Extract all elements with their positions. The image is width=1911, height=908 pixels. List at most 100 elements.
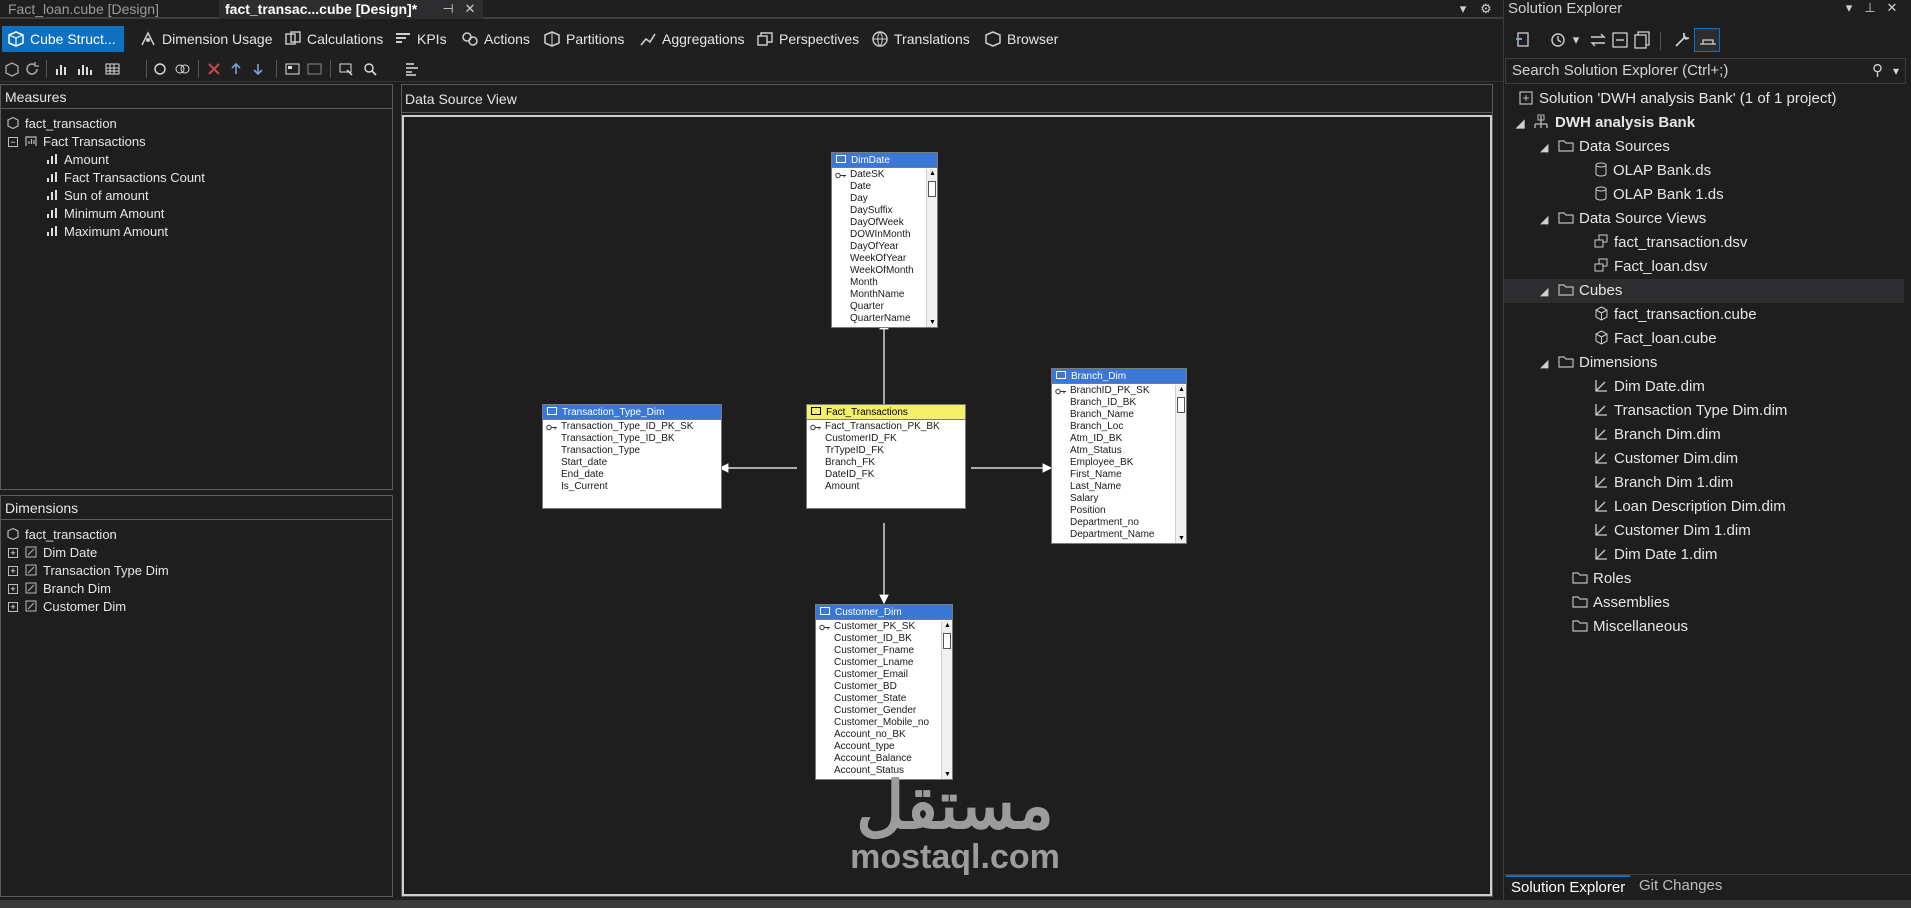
- pin-icon[interactable]: ⊣: [440, 1, 456, 17]
- tab-partitions[interactable]: Partitions: [538, 26, 624, 52]
- table-column[interactable]: Salary: [1052, 493, 1186, 505]
- add-dimension-icon[interactable]: [152, 61, 169, 77]
- expand-icon[interactable]: +: [8, 601, 18, 612]
- table-column[interactable]: Account_Balance: [816, 753, 952, 765]
- cube-item[interactable]: Fact_loan.cube: [1594, 327, 1717, 351]
- dimension-file-item[interactable]: Customer Dim.dim: [1594, 447, 1738, 471]
- table-column[interactable]: First_Name: [1052, 469, 1186, 481]
- show-table-icon[interactable]: [306, 61, 323, 77]
- table-column[interactable]: Customer_Email: [816, 669, 952, 681]
- primary-key-column[interactable]: Transaction_Type_ID_PK_SK: [543, 421, 721, 433]
- dimension-file-item[interactable]: Loan Description Dim.dim: [1594, 495, 1786, 519]
- table-column[interactable]: Department_Name: [1052, 529, 1186, 541]
- expanded-caret-icon[interactable]: ◢: [1540, 136, 1558, 160]
- table-fact-transactions[interactable]: Fact_Transactions Fact_Transaction_PK_BK…: [806, 404, 966, 509]
- table-column[interactable]: Branch_Name: [1052, 409, 1186, 421]
- table-column[interactable]: Date: [832, 181, 937, 193]
- dimension-file-item[interactable]: Branch Dim 1.dim: [1594, 471, 1733, 495]
- tab-kpis[interactable]: KPIs: [389, 26, 447, 52]
- table-column[interactable]: Is_Current: [543, 481, 721, 493]
- show-diagram-icon[interactable]: [284, 61, 301, 77]
- scroll-down-icon[interactable]: ▼: [1177, 534, 1186, 543]
- table-dimdate[interactable]: DimDate DateSK Date Day DaySuffix DayOfWeek D…: [831, 152, 938, 328]
- gear-icon[interactable]: ⚙: [1478, 1, 1494, 17]
- show-all-files-icon[interactable]: [1632, 30, 1652, 50]
- table-column[interactable]: End_date: [543, 469, 721, 481]
- table-column[interactable]: QuarterName: [832, 313, 937, 325]
- table-column[interactable]: Customer_ID_BK: [816, 633, 952, 645]
- table-column[interactable]: DayOfYear: [832, 241, 937, 253]
- dsv-item[interactable]: fact_transaction.dsv: [1594, 231, 1747, 255]
- measure-item[interactable]: Minimum Amount: [45, 205, 164, 223]
- primary-key-column[interactable]: BranchID_PK_SK: [1052, 385, 1186, 397]
- primary-key-column[interactable]: Fact_Transaction_PK_BK: [807, 421, 965, 433]
- tab-git-changes[interactable]: Git Changes: [1634, 875, 1727, 899]
- zoom-fit-icon[interactable]: [338, 61, 355, 77]
- expand-icon[interactable]: +: [8, 583, 18, 594]
- scroll-up-icon[interactable]: ▲: [928, 169, 937, 178]
- tab-aggregations[interactable]: Aggregations: [634, 26, 745, 52]
- table-column[interactable]: Customer_Mobile_no: [816, 717, 952, 729]
- folder-data-source-views[interactable]: ◢ Data Source Views: [1540, 207, 1706, 231]
- table-column[interactable]: Account_no_BK: [816, 729, 952, 741]
- table-column[interactable]: Department_no: [1052, 517, 1186, 529]
- new-measure-icon[interactable]: [54, 61, 71, 77]
- dropdown-icon[interactable]: ▾: [1841, 0, 1857, 16]
- tab-perspectives[interactable]: Perspectives: [751, 26, 859, 52]
- dropdown-icon[interactable]: ▾: [1455, 1, 1471, 17]
- solution-search-input[interactable]: Search Solution Explorer (Ctrl+;) ⚲ ▾: [1505, 58, 1906, 84]
- table-column[interactable]: Start_date: [543, 457, 721, 469]
- cube-item[interactable]: fact_transaction.cube: [1594, 303, 1757, 327]
- primary-key-column[interactable]: DateSK: [832, 169, 937, 181]
- close-icon[interactable]: ✕: [1884, 0, 1900, 16]
- collapse-all-icon[interactable]: [1610, 30, 1630, 50]
- refresh-icon[interactable]: [24, 61, 41, 77]
- table-column[interactable]: Quarter: [832, 301, 937, 313]
- folder-roles[interactable]: Roles: [1572, 567, 1631, 591]
- table-scrollbar[interactable]: ▲ ▼: [926, 169, 937, 327]
- table-column[interactable]: DOWInMonth: [832, 229, 937, 241]
- scroll-thumb[interactable]: [1177, 397, 1185, 413]
- table-column[interactable]: Last_Name: [1052, 481, 1186, 493]
- folder-dimensions[interactable]: ◢ Dimensions: [1540, 351, 1657, 375]
- folder-data-sources[interactable]: ◢ Data Sources: [1540, 135, 1670, 159]
- table-column[interactable]: DateID_FK: [807, 469, 965, 481]
- collapse-icon[interactable]: −: [8, 136, 18, 147]
- table-column[interactable]: Transaction_Type: [543, 445, 721, 457]
- table-column[interactable]: Branch_FK: [807, 457, 965, 469]
- project-node[interactable]: ◢ DWH analysis Bank: [1516, 111, 1695, 135]
- table-column[interactable]: Customer_Fname: [816, 645, 952, 657]
- table-column[interactable]: Day: [832, 193, 937, 205]
- scroll-down-icon[interactable]: ▼: [928, 318, 937, 327]
- measure-item[interactable]: Sun of amount: [45, 187, 149, 205]
- expand-icon[interactable]: +: [8, 547, 18, 558]
- table-branch-dim[interactable]: Branch_Dim BranchID_PK_SK Branch_ID_BK Bra…: [1051, 368, 1187, 544]
- preview-selected-button[interactable]: [1694, 28, 1720, 52]
- dropdown-icon[interactable]: ▾: [1568, 32, 1584, 48]
- history-icon[interactable]: [1548, 30, 1568, 50]
- expanded-caret-icon[interactable]: ◢: [1540, 280, 1558, 304]
- dimension-item[interactable]: + Customer Dim: [8, 598, 126, 616]
- table-column[interactable]: DaySuffix: [832, 205, 937, 217]
- table-scrollbar[interactable]: ▲ ▼: [941, 621, 952, 779]
- table-column[interactable]: Customer_Gender: [816, 705, 952, 717]
- pin-icon[interactable]: ⊥: [1862, 0, 1878, 16]
- table-column[interactable]: Customer_Lname: [816, 657, 952, 669]
- scroll-up-icon[interactable]: ▲: [943, 621, 952, 630]
- table-column[interactable]: Amount: [807, 481, 965, 493]
- table-column[interactable]: Month: [832, 277, 937, 289]
- delete-icon[interactable]: [206, 61, 223, 77]
- scroll-thumb[interactable]: [943, 633, 951, 649]
- tab-calculations[interactable]: Calculations: [279, 26, 383, 52]
- dimension-item[interactable]: + Dim Date: [8, 544, 97, 562]
- scroll-thumb[interactable]: [928, 181, 936, 197]
- solution-node[interactable]: Solution 'DWH analysis Bank' (1 of 1 pro…: [1518, 87, 1837, 111]
- table-scrollbar[interactable]: ▲ ▼: [1175, 385, 1186, 543]
- table-column[interactable]: CustomerID_FK: [807, 433, 965, 445]
- scroll-up-icon[interactable]: ▲: [1177, 385, 1186, 394]
- table-column[interactable]: Atm_ID_BK: [1052, 433, 1186, 445]
- table-column[interactable]: Branch_ID_BK: [1052, 397, 1186, 409]
- table-column[interactable]: Customer_BD: [816, 681, 952, 693]
- dimension-item[interactable]: + Transaction Type Dim: [8, 562, 169, 580]
- expanded-caret-icon[interactable]: ◢: [1516, 112, 1532, 136]
